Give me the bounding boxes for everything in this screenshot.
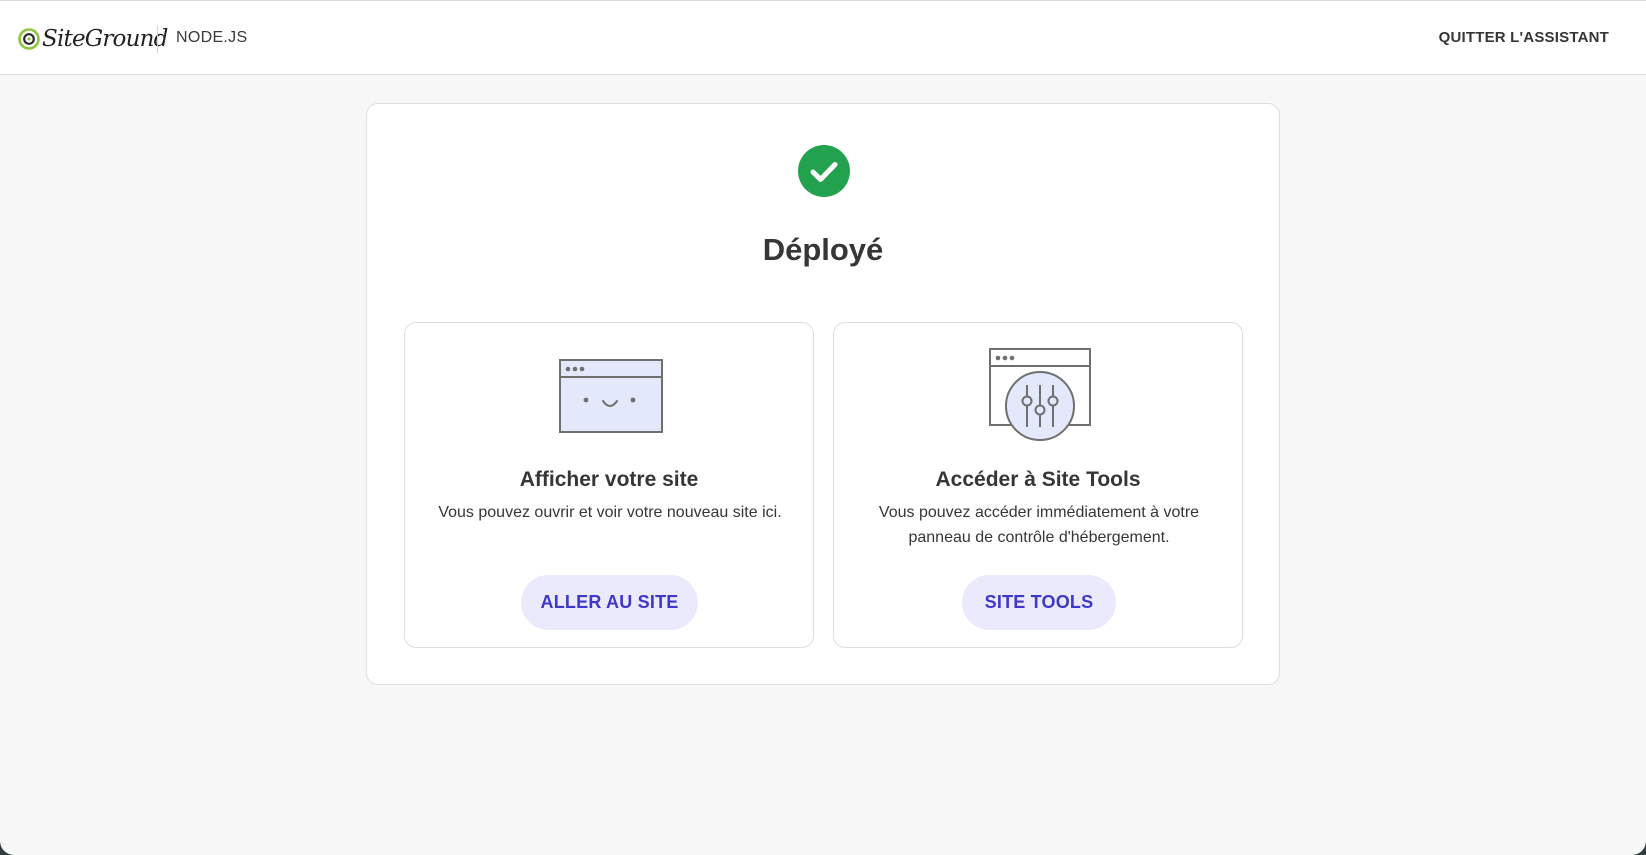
card-description: Vous pouvez ouvrir et voir votre nouveau… <box>438 504 782 521</box>
card-description: Vous pouvez accéder immédiatement à votr… <box>878 504 1200 546</box>
siteground-logo-icon <box>18 28 40 50</box>
card-illustration <box>405 345 813 445</box>
site-tools-button[interactable]: SITE TOOLS <box>962 575 1116 630</box>
page-title: Déployé <box>762 232 884 267</box>
browser-window-sliders-icon <box>989 348 1091 441</box>
card-title: Accéder à Site Tools <box>935 468 1141 491</box>
siteground-logo[interactable]: SiteGround <box>18 23 168 55</box>
header-divider <box>157 25 158 53</box>
browser-window-smiley-icon <box>559 359 663 433</box>
product-label: NODE.JS <box>176 29 248 46</box>
card-title: Afficher votre site <box>519 468 699 491</box>
view-site-card: Afficher votre site Vous pouvez ouvrir e… <box>404 322 814 648</box>
check-circle-icon <box>798 145 850 197</box>
site-tools-card: Accéder à Site Tools Vous pouvez accéder… <box>833 322 1243 648</box>
card-illustration <box>834 345 1242 445</box>
deployment-result-panel: Déployé Afficher votre site Vous pouvez … <box>366 103 1280 685</box>
logo-wordmark: SiteGround <box>42 26 168 52</box>
top-bar: SiteGround NODE.JS QUITTER L'ASSISTANT <box>0 0 1646 75</box>
go-to-site-button[interactable]: ALLER AU SITE <box>521 575 698 630</box>
exit-wizard-link[interactable]: QUITTER L'ASSISTANT <box>1439 29 1609 46</box>
